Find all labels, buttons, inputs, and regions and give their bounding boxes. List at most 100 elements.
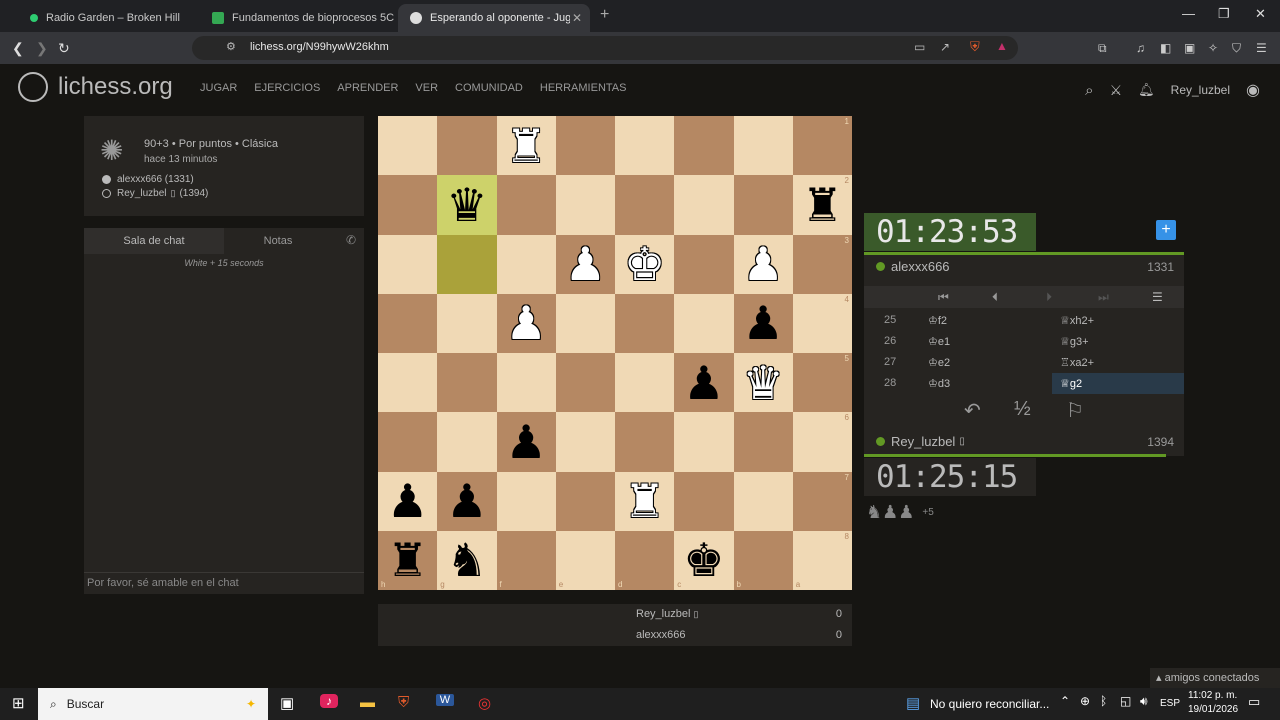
- board-square[interactable]: 6: [792, 412, 852, 472]
- board-square[interactable]: ♟: [674, 353, 734, 413]
- board-square[interactable]: [378, 234, 438, 294]
- hamburger-icon[interactable]: ☰: [1152, 290, 1163, 304]
- media-icon[interactable]: ♫: [1136, 41, 1145, 55]
- board-square[interactable]: 5: [792, 353, 852, 413]
- black-move[interactable]: ♕xh2+: [1052, 310, 1184, 331]
- board-square[interactable]: [615, 175, 675, 235]
- maximize-button[interactable]: ❐: [1218, 6, 1230, 22]
- board-square[interactable]: ♞ g: [437, 530, 497, 590]
- board-square[interactable]: [674, 116, 734, 176]
- tiktok-icon[interactable]: ♪: [320, 694, 338, 708]
- next-move-icon[interactable]: ⏵: [1046, 290, 1052, 305]
- board-square[interactable]: [555, 353, 615, 413]
- taskbar-search[interactable]: ⌕ Buscar ✦: [38, 688, 268, 720]
- white-king-icon[interactable]: ♚: [624, 241, 665, 287]
- board-square[interactable]: [615, 353, 675, 413]
- board-square[interactable]: [615, 293, 675, 353]
- black-move[interactable]: ♕g2: [1052, 373, 1184, 394]
- brave-shield-icon[interactable]: ⛨: [970, 39, 980, 55]
- board-square[interactable]: ♜: [496, 116, 556, 176]
- board-square[interactable]: [496, 471, 556, 531]
- tab-radio-garden[interactable]: Radio Garden – Broken Hill: [18, 4, 196, 32]
- bell-icon[interactable]: 🔔︎: [1138, 82, 1155, 98]
- board-square[interactable]: [733, 412, 793, 472]
- site-info-icon[interactable]: ⚙: [226, 40, 236, 53]
- notifications-icon[interactable]: ▭: [1248, 694, 1260, 710]
- board-square[interactable]: 3: [792, 234, 852, 294]
- board-square[interactable]: [555, 471, 615, 531]
- black-pawn-icon[interactable]: ♟: [446, 478, 487, 524]
- white-move[interactable]: ♔e1: [928, 335, 950, 348]
- minimize-button[interactable]: —: [1182, 6, 1195, 21]
- menu-icon[interactable]: ☰: [1256, 41, 1267, 55]
- board-square[interactable]: [674, 293, 734, 353]
- file-explorer-icon[interactable]: ▬: [360, 694, 375, 711]
- split-view-icon[interactable]: ◧: [1160, 41, 1171, 55]
- board-square[interactable]: [496, 353, 556, 413]
- brave-rewards-icon[interactable]: ▲: [996, 39, 1008, 53]
- site-logo[interactable]: lichess.org: [18, 72, 173, 102]
- black-player-line[interactable]: Rey_luzbel ▯ (1394): [102, 188, 208, 199]
- board-square[interactable]: [555, 175, 615, 235]
- board-square[interactable]: [733, 116, 793, 176]
- board-square[interactable]: [437, 116, 497, 176]
- chess-board[interactable]: ♜ 1 ♛ ♜ 2 ♟ ♚ ♟ 3 ♟ ♟ 4 ♟ ♛ 5 ♟ 6 ♟ ♟ ♜ 7 ♜ h ♞ g f e d ♚ c b 8 a: [378, 116, 852, 590]
- board-square[interactable]: [615, 116, 675, 176]
- opponent-player-row[interactable]: alexxx666 1331: [876, 259, 1176, 274]
- board-square[interactable]: 1: [792, 116, 852, 176]
- taskbar-notification[interactable]: No quiero reconciliar...: [930, 697, 1049, 711]
- nav-aprender[interactable]: APRENDER: [337, 82, 398, 94]
- board-square[interactable]: [674, 471, 734, 531]
- nav-ejercicios[interactable]: EJERCICIOS: [254, 82, 320, 94]
- board-square[interactable]: [555, 293, 615, 353]
- user-menu[interactable]: Rey_luzbel: [1171, 83, 1230, 97]
- share-icon[interactable]: ↗: [940, 40, 950, 54]
- board-square[interactable]: ♟: [555, 234, 615, 294]
- board-square[interactable]: [674, 412, 734, 472]
- board-square[interactable]: [674, 175, 734, 235]
- board-square[interactable]: b: [733, 530, 793, 590]
- board-square[interactable]: 8a: [792, 530, 852, 590]
- white-rook-icon[interactable]: ♜: [624, 478, 665, 524]
- white-move[interactable]: ♔f2: [928, 314, 947, 327]
- board-square[interactable]: d: [615, 530, 675, 590]
- black-pawn-icon[interactable]: ♟: [743, 300, 784, 346]
- windows-start-icon[interactable]: ⊞: [12, 694, 25, 712]
- board-square[interactable]: [615, 412, 675, 472]
- board-square[interactable]: e: [555, 530, 615, 590]
- draw-offer-button[interactable]: ½: [1014, 398, 1031, 421]
- board-square[interactable]: ♛: [733, 353, 793, 413]
- clock-date[interactable]: 19/01/2026: [1188, 704, 1238, 715]
- tray-app-icon[interactable]: ⊕: [1080, 694, 1090, 708]
- board-square[interactable]: [437, 293, 497, 353]
- board-square[interactable]: [733, 471, 793, 531]
- board-square[interactable]: ♟: [733, 293, 793, 353]
- volume-icon[interactable]: 🔊︎: [1140, 694, 1148, 709]
- black-pawn-icon[interactable]: ♟: [387, 478, 428, 524]
- tray-arrow-icon[interactable]: ⌃: [1060, 694, 1070, 708]
- board-square[interactable]: ♜: [615, 471, 675, 531]
- board-square[interactable]: ♟: [733, 234, 793, 294]
- board-square[interactable]: [674, 234, 734, 294]
- board-square[interactable]: ♟: [437, 471, 497, 531]
- first-move-icon[interactable]: ⏮: [938, 290, 949, 305]
- nav-herramientas[interactable]: HERRAMIENTAS: [540, 82, 627, 94]
- clock-time[interactable]: 11:02 p. m.: [1188, 690, 1237, 701]
- board-square[interactable]: ♜ h: [378, 530, 438, 590]
- word-icon[interactable]: W: [436, 694, 454, 706]
- board-square[interactable]: [496, 234, 556, 294]
- url-bar[interactable]: ⚙ lichess.org/N99hywW26khm ▭ ↗ ⛨ ▲: [192, 36, 1018, 60]
- black-move[interactable]: ♕g3+: [1052, 331, 1184, 352]
- board-square[interactable]: [378, 175, 438, 235]
- black-king-icon[interactable]: ♚: [683, 537, 724, 583]
- white-pawn-icon[interactable]: ♟: [506, 300, 547, 346]
- leo-icon[interactable]: ✧: [1208, 41, 1218, 55]
- chat-input[interactable]: Por favor, sé amable en el chat: [84, 572, 364, 594]
- white-move[interactable]: ♔d3: [928, 377, 950, 390]
- language-indicator[interactable]: ESP: [1160, 698, 1180, 709]
- network-icon[interactable]: ◱: [1120, 694, 1131, 708]
- avatar-icon[interactable]: ◉: [1246, 80, 1260, 100]
- close-tab-icon[interactable]: ✕: [572, 11, 582, 25]
- resign-flag-icon[interactable]: ⚐: [1066, 398, 1084, 423]
- prev-move-icon[interactable]: ⏴: [992, 290, 998, 305]
